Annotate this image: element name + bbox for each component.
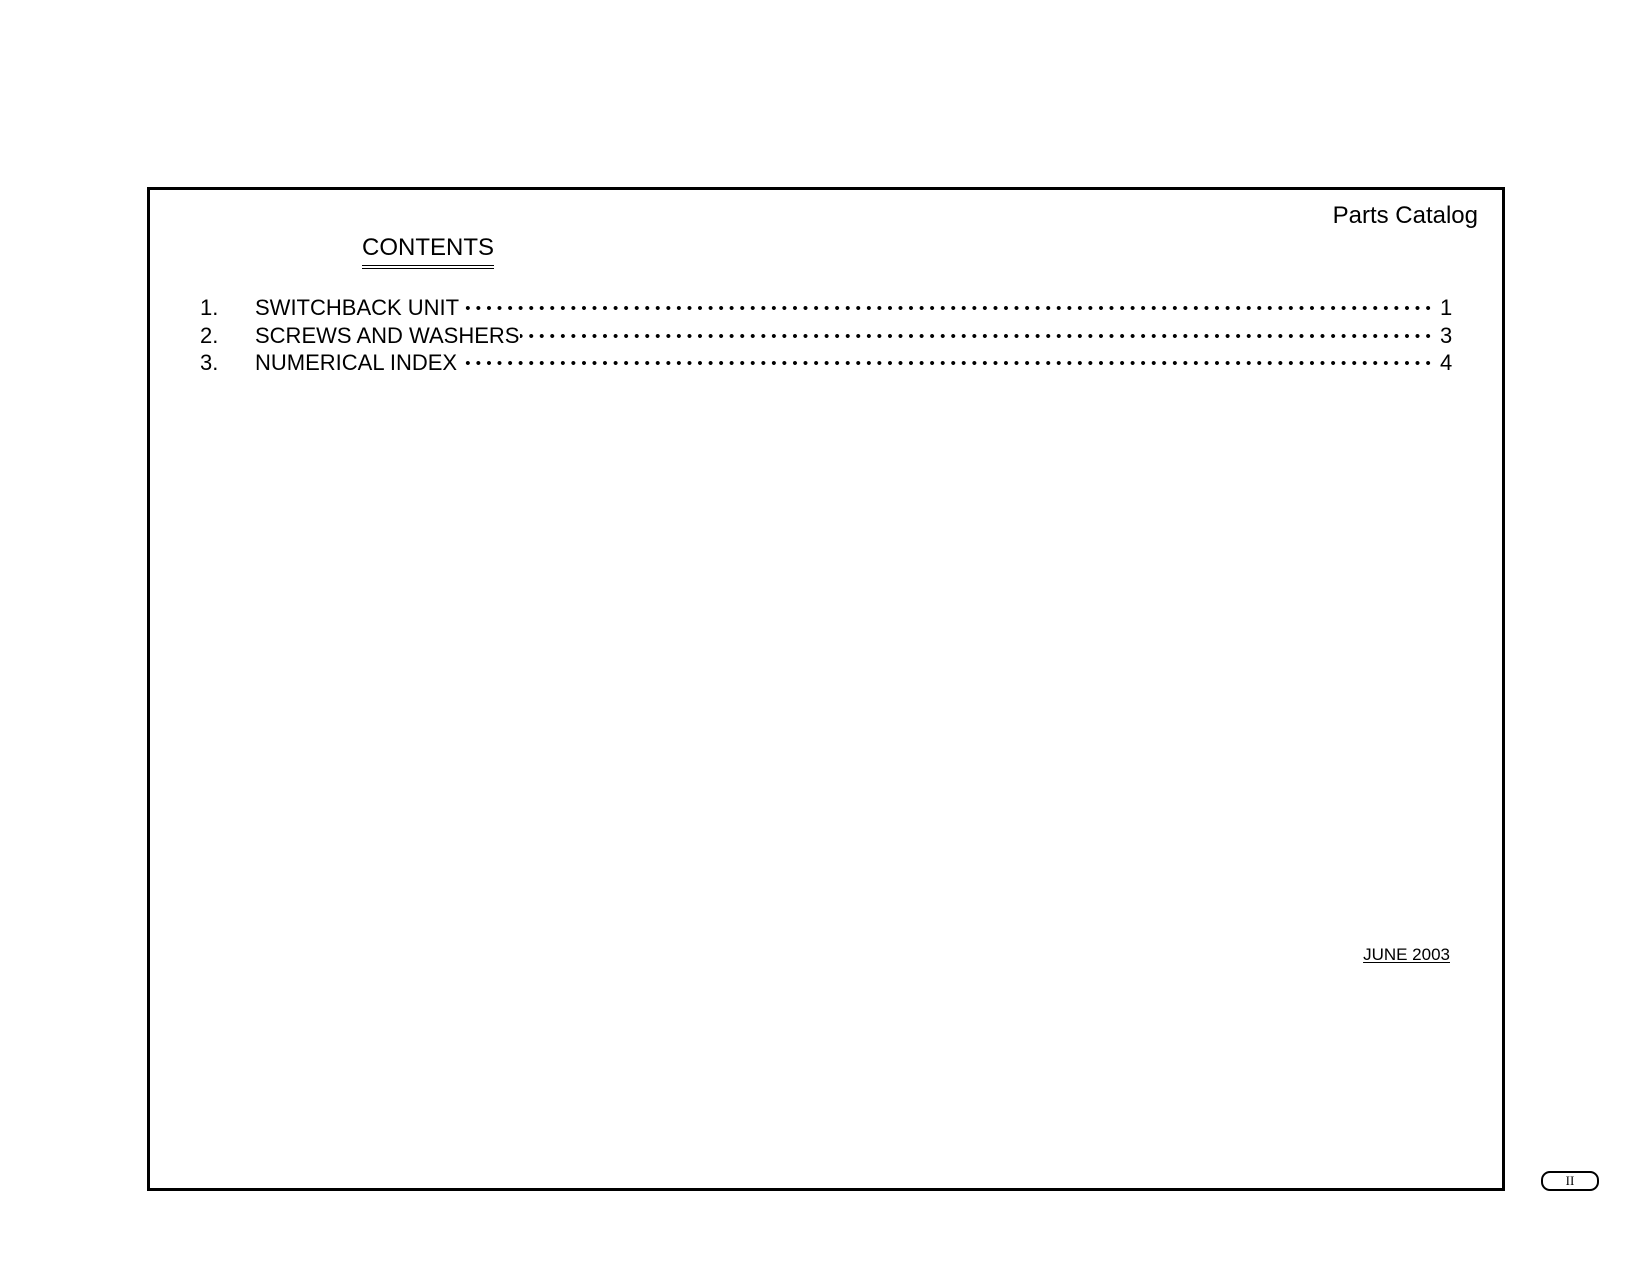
toc-entry-number: 3. <box>200 350 219 375</box>
toc-entry-label[interactable]: SCREWS AND WASHERS <box>255 322 519 349</box>
dot-leader: ••••••••••••••••••••••••••••••••••••••••… <box>463 355 1436 372</box>
toc-entry-label[interactable]: SWITCHBACK UNIT <box>255 294 459 321</box>
toc-entry[interactable]: 2. SCREWS AND WASHERS ••••••••••••••••••… <box>200 322 1452 350</box>
page-number-badge: II <box>1541 1171 1599 1191</box>
table-of-contents: 1. SWITCHBACK UNIT •••••••••••••••••••••… <box>200 294 1452 377</box>
toc-entry-label[interactable]: NUMERICAL INDEX <box>255 349 457 376</box>
dot-leader: ••••••••••••••••••••••••••••••••••••••••… <box>520 327 1436 345</box>
toc-entry-page[interactable]: 1 <box>1440 294 1452 321</box>
toc-entry-number: 1. <box>200 295 219 320</box>
dot-leader: ••••••••••••••••••••••••••••••••••••••••… <box>465 300 1436 317</box>
toc-entry-number: 2. <box>200 322 219 348</box>
revision-date: JUNE 2003 <box>1363 945 1450 964</box>
toc-entry[interactable]: 3. NUMERICAL INDEX •••••••••••••••••••••… <box>200 349 1452 377</box>
catalog-title: Parts Catalog <box>1332 202 1478 229</box>
toc-entry[interactable]: 1. SWITCHBACK UNIT •••••••••••••••••••••… <box>200 294 1452 322</box>
contents-heading: CONTENTS <box>362 234 494 269</box>
toc-entry-page[interactable]: 3 <box>1440 322 1452 349</box>
toc-entry-page[interactable]: 4 <box>1440 349 1452 376</box>
